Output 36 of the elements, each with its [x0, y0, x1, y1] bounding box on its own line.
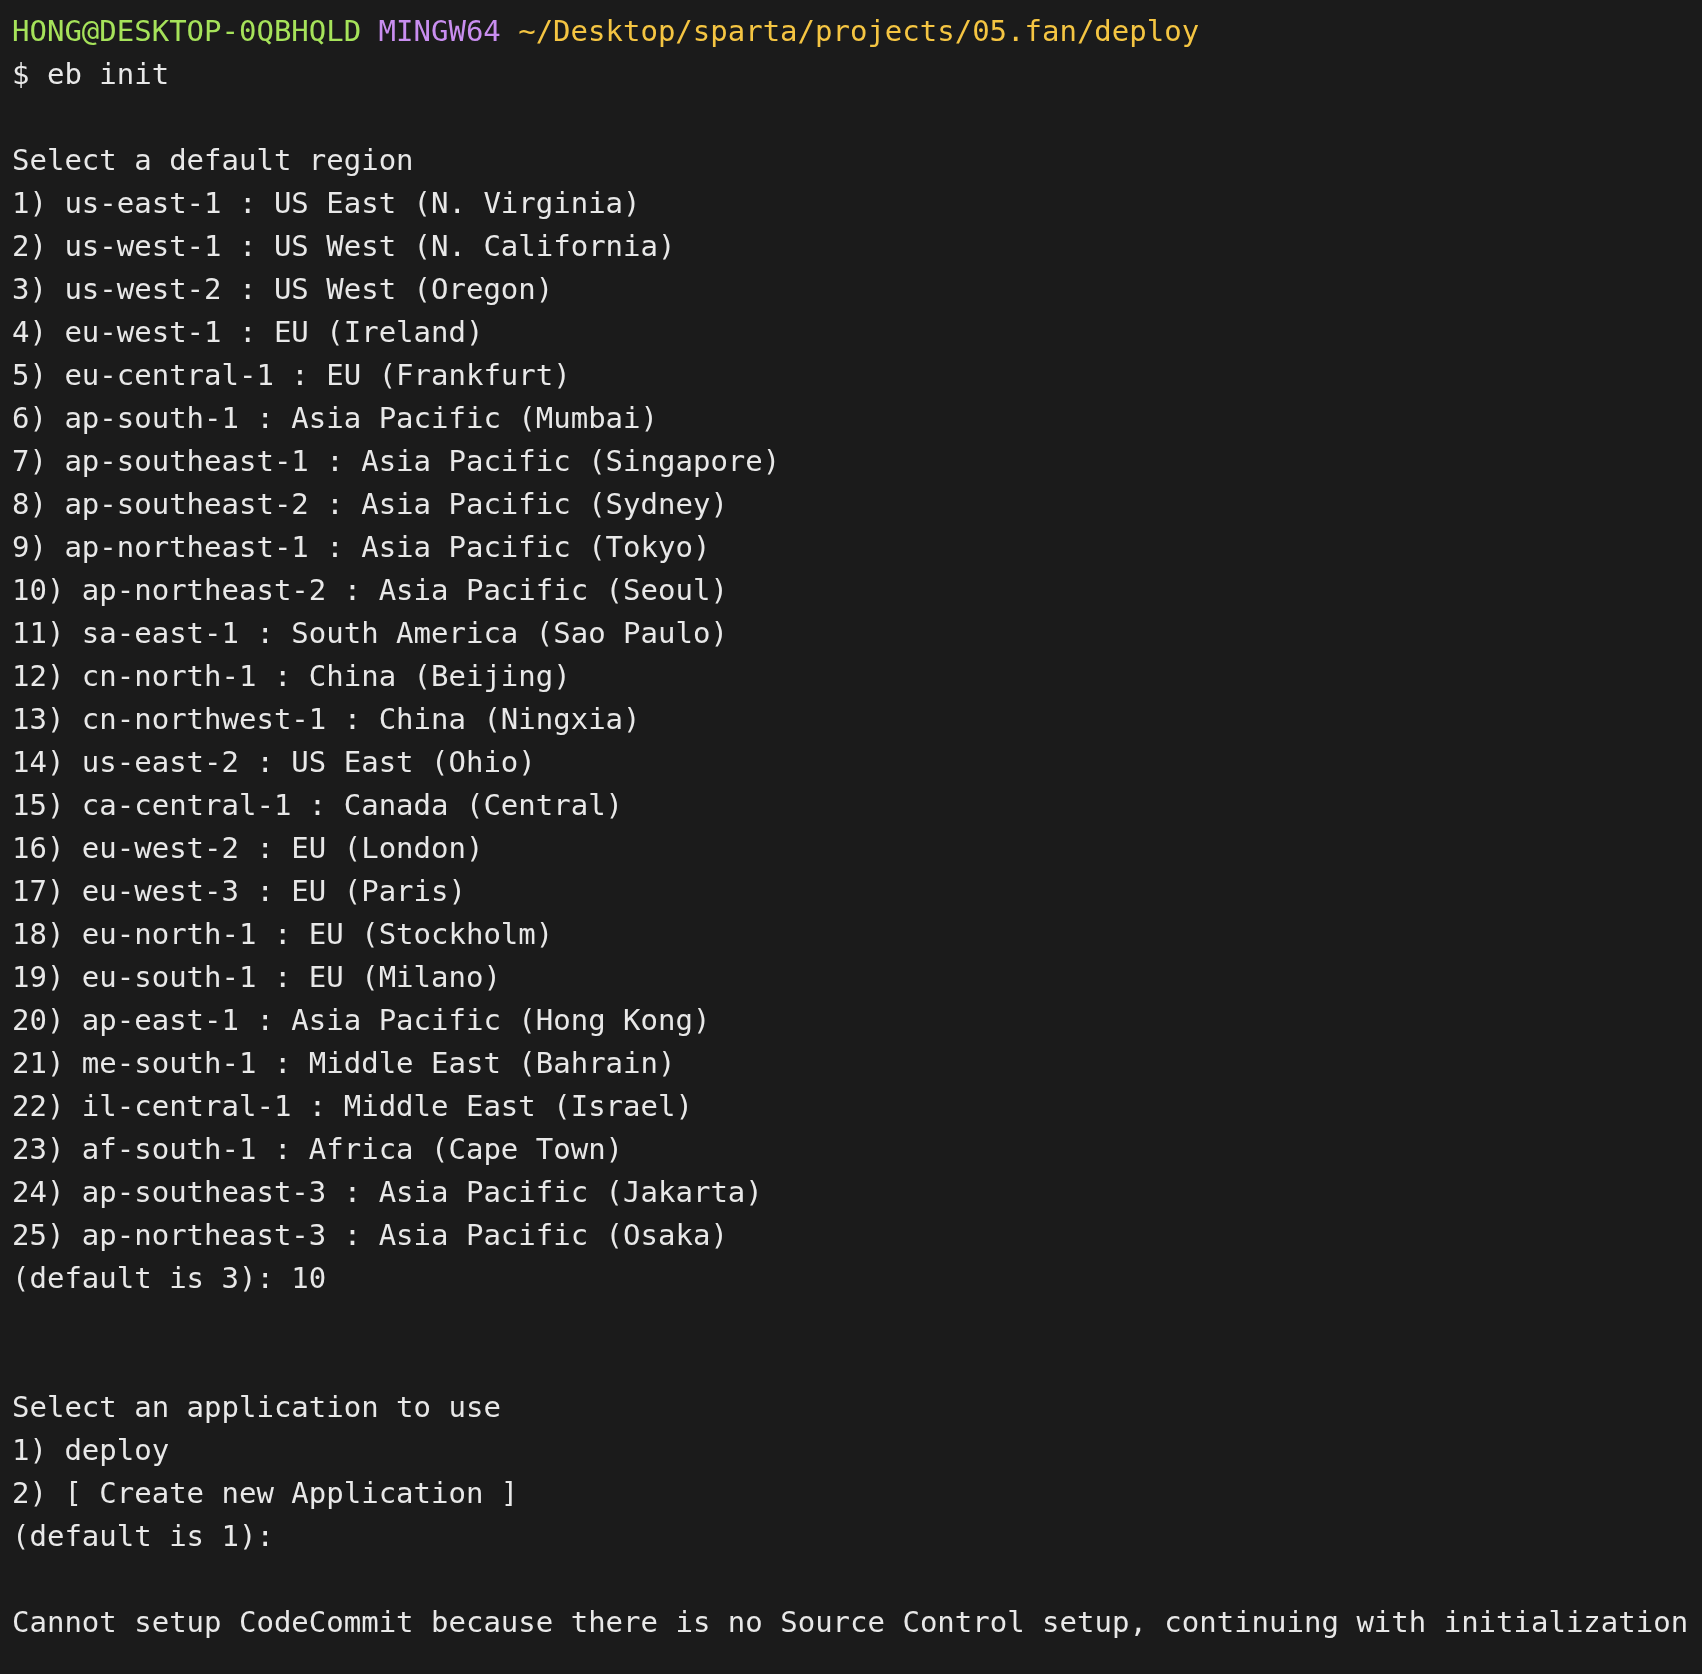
terminal-line: 13) cn-northwest-1 : China (Ningxia) [12, 702, 641, 736]
prompt-shell-name: MINGW64 [378, 14, 501, 48]
terminal-line: 23) af-south-1 : Africa (Cape Town) [12, 1132, 624, 1166]
terminal-line: 21) me-south-1 : Middle East (Bahrain) [12, 1046, 676, 1080]
terminal-line: $ eb init [12, 57, 170, 91]
terminal-line: 19) eu-south-1 : EU (Milano) [12, 960, 501, 994]
terminal-line: 16) eu-west-2 : EU (London) [12, 831, 484, 865]
terminal-line: 15) ca-central-1 : Canada (Central) [12, 788, 624, 822]
terminal-line: 22) il-central-1 : Middle East (Israel) [12, 1089, 693, 1123]
terminal-line: Cannot setup CodeCommit because there is no Source Control setup, continuing with initialization [12, 1605, 1689, 1639]
terminal-line: 4) eu-west-1 : EU (Ireland) [12, 315, 484, 349]
terminal-line: 3) us-west-2 : US West (Oregon) [12, 272, 554, 306]
terminal-line: 8) ap-southeast-2 : Asia Pacific (Sydney) [12, 487, 728, 521]
terminal-line: Select a default region [12, 143, 414, 177]
terminal-line: 5) eu-central-1 : EU (Frankfurt) [12, 358, 571, 392]
terminal-line: 11) sa-east-1 : South America (Sao Paulo) [12, 616, 728, 650]
terminal-line: 10) ap-northeast-2 : Asia Pacific (Seoul) [12, 573, 728, 607]
terminal-line: 7) ap-southeast-1 : Asia Pacific (Singapore) [12, 444, 781, 478]
terminal-line: 17) eu-west-3 : EU (Paris) [12, 874, 466, 908]
prompt-user-host: HONG@DESKTOP-0QBHQLD [12, 14, 362, 48]
terminal-line: 9) ap-northeast-1 : Asia Pacific (Tokyo) [12, 530, 711, 564]
terminal-line: (default is 3): 10 [12, 1261, 327, 1295]
terminal-line: 6) ap-south-1 : Asia Pacific (Mumbai) [12, 401, 658, 435]
terminal-line: 1) us-east-1 : US East (N. Virginia) [12, 186, 641, 220]
prompt-path: ~/Desktop/sparta/projects/05.fan/deploy [518, 14, 1200, 48]
terminal-line: 2) us-west-1 : US West (N. California) [12, 229, 676, 263]
terminal-line: 20) ap-east-1 : Asia Pacific (Hong Kong) [12, 1003, 711, 1037]
terminal-line: (default is 1): [12, 1519, 274, 1553]
terminal-line: 1) deploy [12, 1433, 170, 1467]
terminal-line: 2) [ Create new Application ] [12, 1476, 519, 1510]
terminal-line: 12) cn-north-1 : China (Beijing) [12, 659, 571, 693]
terminal-line: Select an application to use [12, 1390, 501, 1424]
terminal-line: 24) ap-southeast-3 : Asia Pacific (Jakarta) [12, 1175, 763, 1209]
terminal-line: 25) ap-northeast-3 : Asia Pacific (Osaka) [12, 1218, 728, 1252]
terminal-line: 14) us-east-2 : US East (Ohio) [12, 745, 536, 779]
terminal-line: 18) eu-north-1 : EU (Stockholm) [12, 917, 554, 951]
